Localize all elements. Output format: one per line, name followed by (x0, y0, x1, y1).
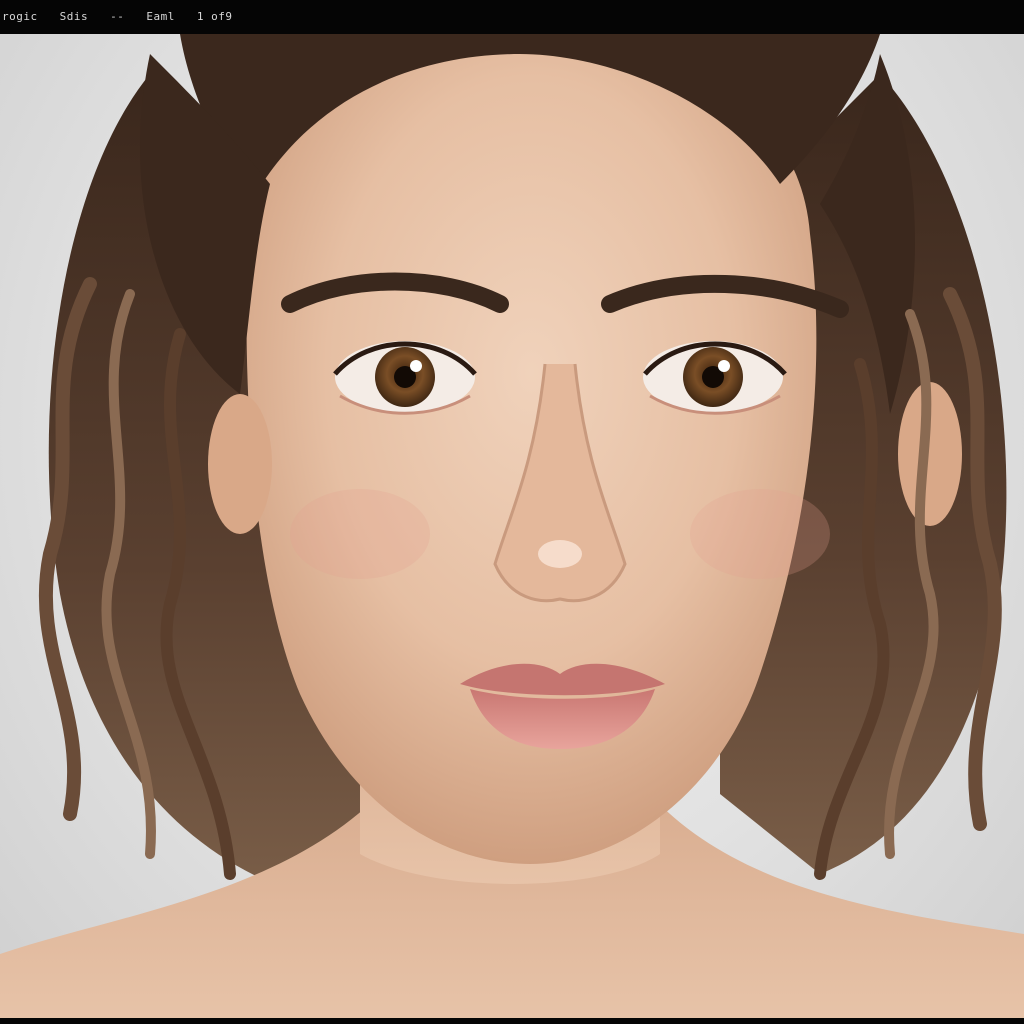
title-segment: Sdis (59, 10, 89, 23)
title-segment: rogic (2, 10, 38, 23)
title-bar[interactable]: rogic Sdis -- Eaml 1 of9 (0, 0, 1024, 34)
portrait-image (0, 34, 1024, 1018)
page-counter: 1 of9 (196, 10, 233, 23)
image-viewer-window: rogic Sdis -- Eaml 1 of9 (0, 0, 1024, 1024)
title-segment: Eaml (146, 10, 175, 23)
left-eye (333, 341, 477, 415)
nose-highlight (538, 540, 582, 568)
title-segment: -- (110, 10, 125, 23)
left-cheek (290, 489, 430, 579)
right-cheek (690, 489, 830, 579)
left-ear (208, 394, 272, 534)
image-canvas[interactable] (0, 34, 1024, 1018)
bottom-border (0, 1018, 1024, 1024)
